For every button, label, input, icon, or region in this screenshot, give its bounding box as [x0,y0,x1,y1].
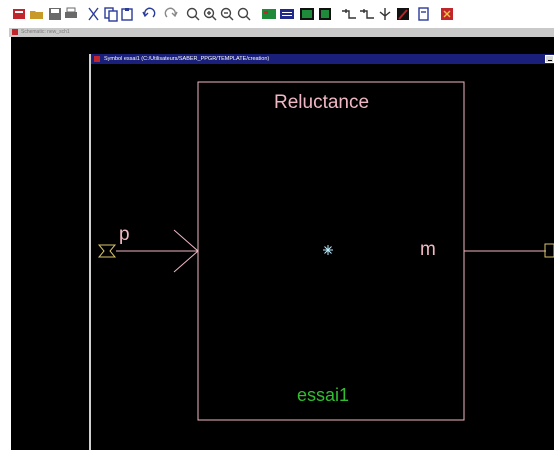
instance-name: essai1 [297,385,350,405]
origin-marker-icon [323,245,333,255]
pin-m-connector[interactable] [544,243,554,258]
symbol-canvas[interactable] [0,0,554,450]
symbol-title: Reluctance [274,92,370,113]
pin-m-label: m [420,239,436,260]
pin-p-connector[interactable] [97,244,117,258]
pin-p-label: p [119,224,130,245]
